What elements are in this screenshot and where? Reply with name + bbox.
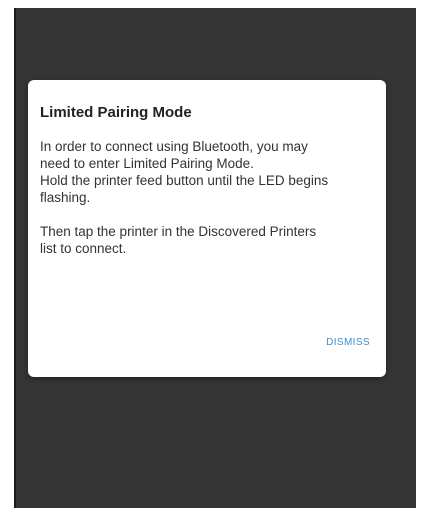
- message-line: need to enter Limited Pairing Mode.: [40, 156, 254, 171]
- screenshot-frame: Limited Pairing Mode In order to connect…: [0, 0, 421, 508]
- dismiss-button[interactable]: DISMISS: [324, 333, 372, 352]
- message-line: Then tap the printer in the Discovered P…: [40, 224, 317, 239]
- message-line: list to connect.: [40, 241, 127, 256]
- limited-pairing-dialog: Limited Pairing Mode In order to connect…: [28, 80, 386, 377]
- dialog-title: Limited Pairing Mode: [40, 104, 192, 121]
- message-line: In order to connect using Bluetooth, you…: [40, 139, 308, 154]
- message-line: flashing.: [40, 190, 91, 205]
- message-line: Hold the printer feed button until the L…: [40, 173, 329, 188]
- dialog-message: In order to connect using Bluetooth, you…: [40, 138, 380, 257]
